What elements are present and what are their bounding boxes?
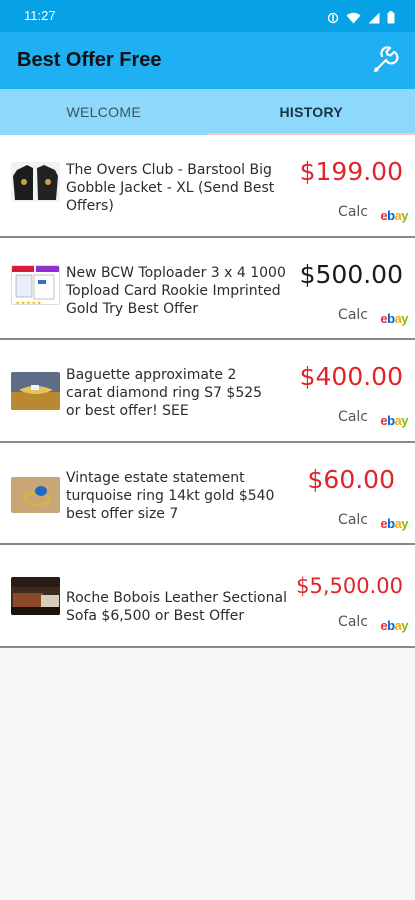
status-bar: 11:27 (0, 0, 415, 32)
list-item[interactable]: Baguette approximate 2 carat diamond rin… (0, 340, 415, 443)
app-title: Best Offer Free (17, 49, 162, 71)
tab-bar: WELCOME HISTORY (0, 89, 415, 135)
list-item[interactable]: ★★★★★ New BCW Toploader 3 x 4 1000 Toplo… (0, 237, 415, 340)
vibrate-icon (327, 9, 339, 28)
item-price: $199.00 (299, 157, 403, 186)
list-item[interactable]: Roche Bobois Leather Sectional Sofa $6,5… (0, 545, 415, 648)
calc-link[interactable]: Calc (338, 512, 368, 528)
item-thumbnail (11, 476, 60, 513)
list-item[interactable]: The Overs Club - Barstool Big Gobble Jac… (0, 135, 415, 238)
item-thumbnail: ★★★★★ (11, 264, 60, 305)
item-title: Baguette approximate 2 carat diamond rin… (66, 367, 263, 419)
item-title: The Overs Club - Barstool Big Gobble Jac… (66, 162, 275, 214)
item-thumbnail (11, 372, 60, 410)
history-list: The Overs Club - Barstool Big Gobble Jac… (0, 135, 415, 648)
ebay-logo-icon[interactable]: ebay (380, 516, 408, 531)
status-icons (327, 9, 395, 28)
calc-link[interactable]: Calc (338, 307, 368, 323)
item-price: $60.00 (307, 464, 395, 494)
calc-link[interactable]: Calc (338, 204, 368, 220)
app-bar: Best Offer Free (0, 32, 415, 89)
signal-icon (368, 9, 380, 28)
ebay-logo-icon[interactable]: ebay (380, 311, 408, 326)
svg-text:★★★★★: ★★★★★ (15, 300, 42, 305)
ebay-logo-icon[interactable]: ebay (380, 208, 408, 223)
item-price: $400.00 (299, 362, 403, 391)
item-title: Roche Bobois Leather Sectional Sofa $6,5… (66, 590, 287, 624)
wifi-icon (346, 9, 361, 28)
tab-history[interactable]: HISTORY (207, 89, 415, 135)
list-item[interactable]: Vintage estate statement turquoise ring … (0, 442, 415, 545)
ebay-logo-icon[interactable]: ebay (380, 413, 408, 428)
item-title: New BCW Toploader 3 x 4 1000 Topload Car… (66, 264, 286, 317)
item-title: Vintage estate statement turquoise ring … (66, 469, 275, 522)
item-thumbnail (11, 162, 60, 202)
ebay-logo-icon[interactable]: ebay (380, 618, 408, 633)
battery-icon (387, 9, 395, 28)
calc-link[interactable]: Calc (338, 409, 368, 425)
item-price: $500.00 (299, 259, 403, 289)
wrench-icon[interactable] (369, 45, 401, 77)
item-thumbnail (11, 577, 60, 615)
tab-welcome[interactable]: WELCOME (0, 89, 208, 135)
item-price: $5,500.00 (296, 574, 403, 598)
calc-link[interactable]: Calc (338, 614, 368, 630)
status-time: 11:27 (24, 8, 56, 23)
